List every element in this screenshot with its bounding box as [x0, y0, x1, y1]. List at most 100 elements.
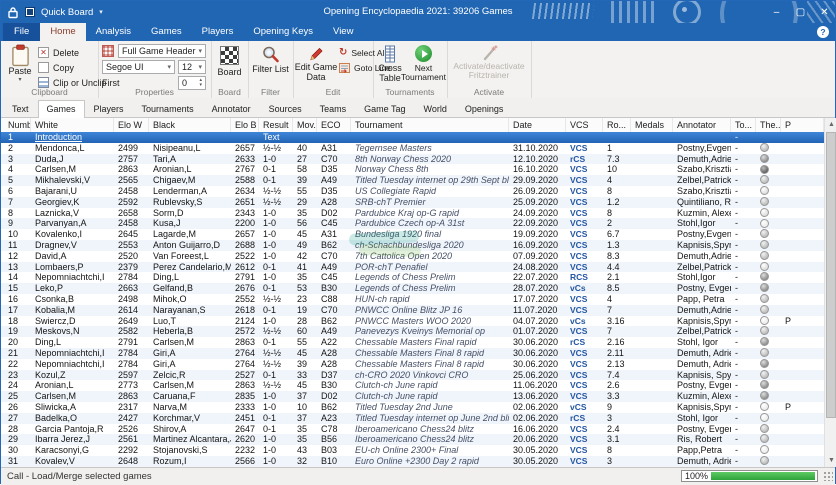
header-cell-2[interactable]: Elo W: [114, 118, 149, 132]
table-row[interactable]: 15 Leko,P 2663 Gelfand,B 2676 0-1 53 B30 Legends…: [1, 283, 824, 294]
header-cell-10[interactable]: VCS: [566, 118, 603, 132]
resize-grip[interactable]: [823, 471, 833, 481]
list-tab-teams[interactable]: Teams: [311, 101, 356, 117]
ribbon-tab-players[interactable]: Players: [192, 23, 244, 41]
table-row[interactable]: 2 Mendonca,L 2499 Nisipeanu,L 2657 ½-½ 40 A31 Te…: [1, 142, 824, 154]
ribbon-tab-opening-keys[interactable]: Opening Keys: [243, 23, 323, 41]
header-cell-15[interactable]: The...: [756, 118, 781, 132]
table-row[interactable]: 1 Introduction Text -: [1, 132, 824, 143]
ribbon-tab-file[interactable]: File: [3, 23, 41, 41]
table-row[interactable]: 10 Kovalenko,I 2645 Lagarde,M 2657 1-0 45 A31 Bu…: [1, 229, 824, 240]
minimize-button[interactable]: –: [770, 7, 783, 18]
cell-moves: 39: [297, 175, 308, 186]
board-window-icon[interactable]: [25, 7, 35, 17]
filter-list-button[interactable]: Filter List: [252, 45, 289, 75]
table-row[interactable]: 8 Laznicka,V 2658 Sorm,D 2343 1-0 35 D02 Pardubi…: [1, 207, 824, 219]
list-tab-world[interactable]: World: [415, 101, 456, 117]
cell-result: ½-½: [263, 196, 282, 207]
table-row[interactable]: 31 Kovalev,V 2648 Rozum,I 2566 1-0 32 B10 Euro O…: [1, 455, 824, 467]
ribbon-tab-analysis[interactable]: Analysis: [86, 23, 141, 41]
quickaccess-dropdown-icon[interactable]: ▾: [99, 8, 103, 16]
header-cell-8[interactable]: Tournament: [351, 118, 509, 132]
table-row[interactable]: 3 Duda,J 2757 Tari,A 2633 1-0 27 C70 8th Norway …: [1, 153, 824, 165]
header-cell-16[interactable]: P: [781, 118, 824, 132]
font-select[interactable]: Segoe UI ▾: [102, 60, 175, 74]
table-row[interactable]: 28 Garcia Pantoja,R 2526 Shirov,A 2647 0-1 35 C…: [1, 423, 824, 435]
table-row[interactable]: 4 Carlsen,M 2863 Aronian,L 2767 0-1 58 D35 Norwa…: [1, 164, 824, 176]
scroll-down-icon[interactable]: ▼: [825, 454, 836, 467]
cell-white: Kobalia,M: [35, 304, 76, 315]
header-cell-5[interactable]: Result: [259, 118, 293, 132]
table-scrollbar[interactable]: ▲ ▼: [824, 118, 836, 467]
header-cell-12[interactable]: Medals: [631, 118, 673, 132]
header-cell-1[interactable]: White: [31, 118, 114, 132]
table-row[interactable]: 19 Meskovs,N 2582 Heberla,B 2572 ½-½ 60 A49 Pane…: [1, 326, 824, 338]
table-row[interactable]: 23 Kozul,Z 2597 Zelcic,R 2527 0-1 33 D37 ch-CRO …: [1, 369, 824, 381]
list-tab-players[interactable]: Players: [85, 101, 133, 117]
header-cell-9[interactable]: Date: [509, 118, 566, 132]
list-tab-tournaments[interactable]: Tournaments: [133, 101, 203, 117]
copy-button[interactable]: . Copy: [38, 62, 74, 73]
header-cell-3[interactable]: Black: [149, 118, 231, 132]
table-row[interactable]: 13 Lombaers,P 2379 Perez Candelario,M 2612 0-…: [1, 261, 824, 273]
scroll-thumb[interactable]: [826, 132, 836, 418]
progress-fill: [711, 472, 815, 480]
table-row[interactable]: 20 Ding,L 2791 Carlsen,M 2863 0-1 55 A22 Chessab…: [1, 337, 824, 348]
header-cell-13[interactable]: Annotator: [673, 118, 731, 132]
lock-icon[interactable]: [7, 6, 19, 19]
delete-button[interactable]: ✕ Delete: [38, 47, 79, 58]
table-row[interactable]: 6 Bajarani,U 2458 Lenderman,A 2634 ½-½ 55 D35 US…: [1, 185, 824, 197]
board-button[interactable]: Board: [214, 46, 245, 78]
header-cell-0[interactable]: Numb...: [1, 118, 31, 132]
table-row[interactable]: 5 Mikhalevski,V 2565 Chigaev,M 2588 0-1 39 A49 T…: [1, 175, 824, 186]
table-row[interactable]: 11 Dragnev,V 2553 Anton Guijarro,D 2688 1-0 49…: [1, 239, 824, 251]
table-row[interactable]: 17 Kobalia,M 2614 Narayanan,S 2618 0-1 19 C70 PN…: [1, 304, 824, 316]
cell-n: 20: [8, 337, 19, 348]
ribbon-tab-home[interactable]: Home: [40, 23, 86, 41]
table-row[interactable]: 26 Sliwicka,A 2317 Narva,M 2333 1-0 10 B62 Title…: [1, 401, 824, 413]
table-row[interactable]: 21 Nepomniachtchi,I 2784 Giri,A 2764 ½-½ 45 A28…: [1, 347, 824, 359]
table-row[interactable]: 25 Carlsen,M 2863 Caruana,F 2835 1-0 37 D02 Clut…: [1, 391, 824, 402]
header-cell-6[interactable]: Mov...: [293, 118, 317, 132]
cell-annotator: Kapnisis,Spyrid..: [677, 315, 731, 326]
list-tab-sources[interactable]: Sources: [260, 101, 311, 117]
cell-elo_b: 2588: [235, 175, 256, 186]
ribbon-group-edit: Edit Game Data ↻ Select All Goto Line Ed…: [293, 41, 391, 98]
table-row[interactable]: 9 Parvanyan,A 2458 Kusa,J 2200 1-0 56 C45 Pardub…: [1, 218, 824, 230]
cell-tournament: Pardubice Czech op-A 31st: [355, 218, 465, 229]
table-row[interactable]: 16 Csonka,B 2498 Mihok,O 2552 ½-½ 23 C88 HUN-ch …: [1, 293, 824, 305]
maximize-button[interactable]: ▢: [794, 7, 807, 18]
header-cell-14[interactable]: To...: [731, 118, 756, 132]
edit-game-data-button[interactable]: Edit Game Data: [294, 45, 338, 83]
list-tab-text[interactable]: Text: [3, 101, 38, 117]
table-row[interactable]: 14 Nepomniachtchi,I 2784 Ding,L 2791 1-0 35 C45…: [1, 272, 824, 284]
table-row[interactable]: 24 Aronian,L 2773 Carlsen,M 2863 ½-½ 45 B30 Clut…: [1, 380, 824, 392]
fritztrainer-button[interactable]: ✱ ✱ Activate/deactivate Fritztrainer: [451, 45, 527, 81]
header-cell-4[interactable]: Elo B: [231, 118, 259, 132]
table-row[interactable]: 12 David,A 2520 Van Foreest,L 2522 1-0 42 C70 7t…: [1, 250, 824, 262]
table-row[interactable]: 27 Badelka,O 2427 Korchmar,V 2451 0-1 37 A23 Tit…: [1, 412, 824, 424]
header-cell-11[interactable]: Ro...: [603, 118, 631, 132]
paste-button[interactable]: Paste ▾: [5, 44, 35, 83]
table-row[interactable]: 30 Karacsonyi,G 2292 Stojanovski,S 2232 1-0 43…: [1, 445, 824, 456]
quick-access-label[interactable]: Quick Board: [41, 7, 93, 18]
table-row[interactable]: 22 Nepomniachtchi,I 2784 Giri,A 2764 ½-½ 39 A28…: [1, 358, 824, 370]
header-cell-7[interactable]: ECO: [317, 118, 351, 132]
help-icon[interactable]: ?: [817, 26, 829, 38]
list-tab-game-tag[interactable]: Game Tag: [355, 101, 414, 117]
theme-ball-icon: [760, 229, 769, 239]
list-tab-openings[interactable]: Openings: [456, 101, 513, 117]
list-tab-annotator[interactable]: Annotator: [203, 101, 260, 117]
ribbon-tab-view[interactable]: View: [323, 23, 363, 41]
cell-annotator: Demuth,Adrien: [677, 250, 731, 261]
header-format-select[interactable]: Full Game Header ▾: [118, 44, 206, 58]
scroll-up-icon[interactable]: ▲: [825, 118, 836, 131]
ribbon-tab-games[interactable]: Games: [141, 23, 192, 41]
next-tournament-button[interactable]: Next Tournament: [400, 45, 447, 83]
table-row[interactable]: 29 Ibarra Jerez,J 2561 Martinez Alcantara,J…: [1, 434, 824, 446]
table-row[interactable]: 18 Swiercz,D 2649 Luo,T 2124 1-0 28 B62 PNWCC Ma…: [1, 315, 824, 327]
font-size-select[interactable]: 12 ▾: [178, 60, 206, 74]
list-tab-games[interactable]: Games: [37, 100, 85, 118]
table-row[interactable]: 7 Georgiev,K 2592 Rublevsky,S 2651 ½-½ 29 A28 SR…: [1, 196, 824, 208]
close-button[interactable]: ✕: [818, 7, 831, 18]
